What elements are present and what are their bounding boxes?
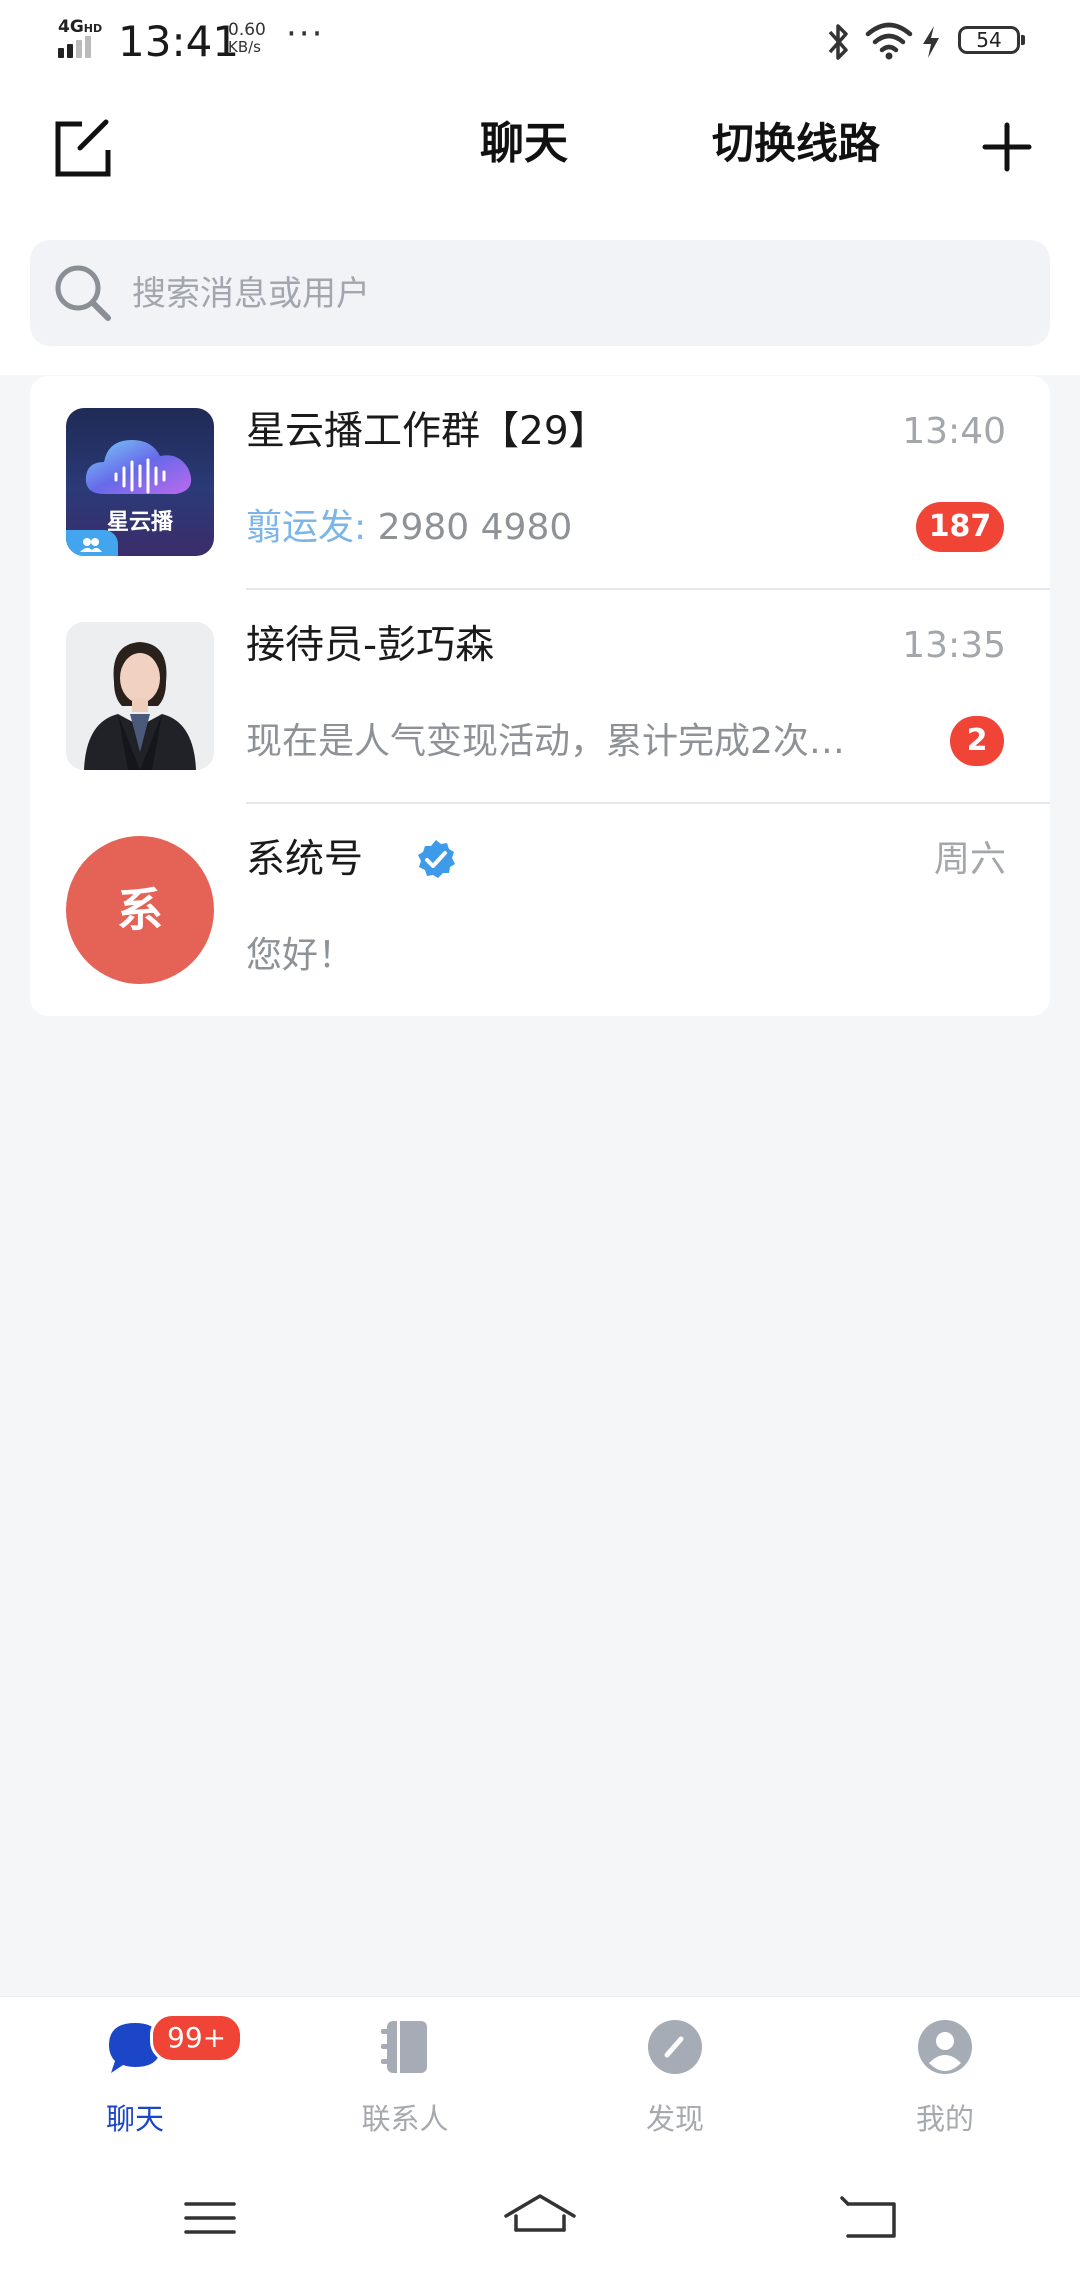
chat-preview: 现在是人气变现活动，累计完成2次… (246, 721, 845, 762)
chat-sender: 翦运发: (246, 507, 367, 548)
tab-chat[interactable]: 99+ 聊天 (0, 1997, 270, 2161)
bottom-tab-bar: 99+ 聊天 联系人 发现 我的 (0, 1996, 1080, 2161)
app-header: 聊天 切换线路 (0, 96, 1080, 196)
tab-discover[interactable]: 发现 (540, 1997, 810, 2161)
more-notifications: ··· (286, 14, 325, 54)
tab-contacts[interactable]: 联系人 (270, 1997, 540, 2161)
speed-unit: KB/s (228, 38, 261, 56)
unread-badge: 2 (950, 716, 1004, 766)
chat-time: 13:35 (902, 625, 1006, 666)
network-type: 4G (58, 17, 84, 37)
tab-me[interactable]: 我的 (810, 1997, 1080, 2161)
compass-icon (648, 2020, 702, 2074)
person-photo (66, 622, 214, 770)
wifi-icon (865, 22, 913, 60)
battery-indicator: 54 (958, 26, 1025, 54)
search-bar[interactable] (30, 240, 1050, 346)
chat-preview-text: 2980 4980 (366, 507, 573, 548)
group-badge-icon (66, 530, 118, 556)
system-avatar: 系 (66, 836, 214, 984)
cloud-logo-icon (85, 440, 192, 494)
chat-time: 13:40 (902, 411, 1006, 452)
network-sup: HD (83, 22, 103, 35)
group-avatar: 星云播 (66, 408, 214, 556)
add-icon[interactable] (982, 122, 1032, 172)
chat-unread-badge: 99+ (150, 2013, 244, 2063)
chat-name: 星云播工作群【29】 (246, 409, 608, 454)
chat-name: 接待员-彭巧森 (246, 623, 495, 668)
home-icon[interactable] (500, 2186, 580, 2250)
compose-icon[interactable] (52, 118, 114, 180)
search-input[interactable] (130, 260, 1014, 328)
tab-label: 发现 (645, 2102, 704, 2136)
tab-label: 聊天 (105, 2102, 164, 2136)
chat-item-group[interactable]: 星云播 星云播工作群【29】 13:40 翦运发: 2980 4980 187 (30, 376, 1050, 588)
signal-icon: 4GHD (58, 18, 108, 58)
receptionist-avatar (66, 622, 214, 770)
profile-icon (918, 2020, 972, 2074)
network-speed: 0.60 KB/s (228, 22, 266, 56)
chat-list: 星云播 星云播工作群【29】 13:40 翦运发: 2980 4980 187 (30, 376, 1050, 1016)
verified-icon (418, 840, 455, 878)
chat-preview: 您好！ (246, 935, 355, 976)
chat-preview: 翦运发: 2980 4980 (246, 504, 572, 552)
chat-name: 系统号 (246, 837, 364, 882)
chat-time: 周六 (933, 839, 1006, 880)
tab-label: 联系人 (361, 2102, 449, 2136)
chat-item-system[interactable]: 系 系统号 周六 您好！ (30, 804, 1050, 1016)
search-icon (55, 265, 111, 321)
chat-item-receptionist[interactable]: 接待员-彭巧森 13:35 现在是人气变现活动，累计完成2次… 2 (30, 590, 1050, 802)
status-bar: 4GHD 13:41 0.60 KB/s ··· 54 (0, 0, 1080, 84)
system-avatar-text: 系 (117, 883, 163, 937)
page-title: 聊天 (480, 118, 568, 169)
tab-label: 我的 (915, 2102, 974, 2136)
menu-icon[interactable] (170, 2186, 250, 2250)
system-nav-bar (0, 2160, 1080, 2280)
speed-value: 0.60 (228, 20, 266, 40)
unread-badge: 187 (916, 502, 1004, 552)
back-icon[interactable] (830, 2186, 910, 2250)
switch-route-button[interactable]: 切换线路 (712, 114, 880, 174)
charging-icon (923, 26, 939, 58)
contacts-book-icon (381, 2021, 427, 2073)
bluetooth-icon (828, 24, 848, 60)
status-time: 13:41 (118, 17, 240, 66)
